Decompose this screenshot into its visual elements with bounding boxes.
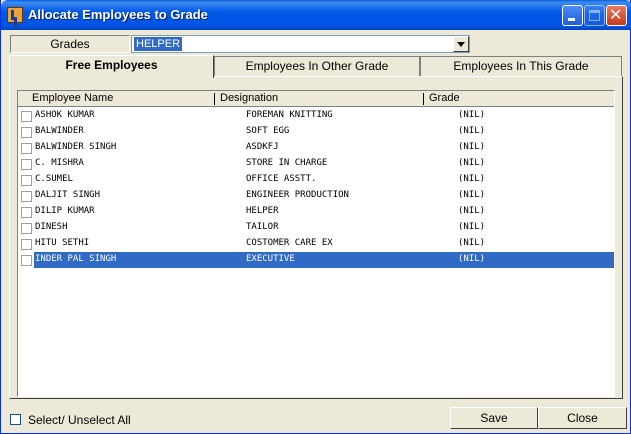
employee-name: BALWINDER <box>35 126 84 136</box>
employee-name: C. MISHRA <box>35 158 84 168</box>
employee-grade: (NIL) <box>458 174 486 184</box>
row-checkbox[interactable] <box>21 255 32 266</box>
selection-highlight <box>34 252 614 268</box>
main-window: Allocate Employees to Grade ✕ Grades HEL… <box>0 0 631 434</box>
row-checkbox[interactable] <box>21 111 32 122</box>
tab-free-employees[interactable]: Free Employees <box>9 55 214 78</box>
row-checkbox[interactable] <box>21 207 32 218</box>
window-title: Allocate Employees to Grade <box>28 7 208 22</box>
title-bar[interactable]: Allocate Employees to Grade ✕ <box>1 0 631 30</box>
employee-designation: ASDKFJ <box>246 142 279 152</box>
employee-grade: (NIL) <box>458 206 486 216</box>
grades-label: Grades <box>10 35 130 53</box>
employee-designation: FOREMAN KNITTING <box>246 110 333 120</box>
table-row[interactable]: DINESH TAILOR (NIL) <box>18 220 614 236</box>
maximize-icon <box>589 10 600 21</box>
employee-designation: TAILOR <box>246 222 279 232</box>
select-all-label[interactable]: Select/ Unselect All <box>28 413 131 427</box>
list-header: Employee Name Designation Grade <box>18 91 614 107</box>
row-checkbox[interactable] <box>21 239 32 250</box>
table-row[interactable]: BALWINDER SINGH ASDKFJ (NIL) <box>18 140 614 156</box>
employee-designation: OFFICE ASSTT. <box>246 174 317 184</box>
employee-designation: EXECUTIVE <box>246 254 295 264</box>
employee-designation: STORE IN CHARGE <box>246 158 328 168</box>
row-checkbox[interactable] <box>21 159 32 170</box>
dropdown-arrow-button[interactable] <box>453 36 469 52</box>
employee-designation: COSTOMER CARE EX <box>246 238 333 248</box>
maximize-button[interactable] <box>584 5 605 26</box>
tab-employees-in-this-grade[interactable]: Employees In This Grade <box>420 56 622 76</box>
column-header-designation[interactable]: Designation <box>220 92 278 104</box>
app-icon <box>7 7 23 23</box>
employee-name: INDER PAL SINGH <box>35 254 117 264</box>
table-row[interactable]: DALJIT SINGH ENGINEER PRODUCTION (NIL) <box>18 188 614 204</box>
employee-name: DINESH <box>35 222 68 232</box>
table-row[interactable]: DILIP KUMAR HELPER (NIL) <box>18 204 614 220</box>
employee-grade: (NIL) <box>458 110 486 120</box>
close-icon: ✕ <box>609 5 623 24</box>
employee-grade: (NIL) <box>458 126 486 136</box>
employee-designation: ENGINEER PRODUCTION <box>246 190 349 200</box>
employee-name: HITU SETHI <box>35 238 90 248</box>
column-header-grade[interactable]: Grade <box>429 92 460 104</box>
employee-designation: HELPER <box>246 206 279 216</box>
table-row-selected[interactable]: INDER PAL SINGH EXECUTIVE (NIL) <box>18 252 614 268</box>
grades-dropdown[interactable]: HELPER <box>131 35 470 53</box>
list-rows: ASHOK KUMAR FOREMAN KNITTING (NIL) BALWI… <box>18 108 614 268</box>
employee-designation: SOFT EGG <box>246 126 290 136</box>
column-divider[interactable] <box>214 93 215 105</box>
column-header-employee-name[interactable]: Employee Name <box>32 92 113 104</box>
table-row[interactable]: ASHOK KUMAR FOREMAN KNITTING (NIL) <box>18 108 614 124</box>
chevron-down-icon <box>457 42 465 47</box>
row-checkbox[interactable] <box>21 143 32 154</box>
save-button[interactable]: Save <box>450 407 538 429</box>
minimize-icon <box>568 18 575 21</box>
employee-list[interactable]: Employee Name Designation Grade ASHOK KU… <box>17 90 615 397</box>
table-row[interactable]: C. MISHRA STORE IN CHARGE (NIL) <box>18 156 614 172</box>
close-window-button[interactable]: ✕ <box>606 5 627 26</box>
employee-name: ASHOK KUMAR <box>35 110 95 120</box>
employee-grade: (NIL) <box>458 190 486 200</box>
tab-employees-in-other-grade[interactable]: Employees In Other Grade <box>214 56 420 76</box>
employee-name: DILIP KUMAR <box>35 206 95 216</box>
grades-selected-value: HELPER <box>134 37 183 51</box>
column-divider[interactable] <box>423 93 424 105</box>
row-checkbox[interactable] <box>21 191 32 202</box>
employee-grade: (NIL) <box>458 254 486 264</box>
employee-grade: (NIL) <box>458 142 486 152</box>
row-checkbox[interactable] <box>21 223 32 234</box>
employee-grade: (NIL) <box>458 238 486 248</box>
employee-grade: (NIL) <box>458 222 486 232</box>
employee-name: DALJIT SINGH <box>35 190 101 200</box>
employee-name: C.SUMEL <box>35 174 73 184</box>
row-checkbox[interactable] <box>21 127 32 138</box>
minimize-button[interactable] <box>562 5 583 26</box>
row-checkbox[interactable] <box>21 175 32 186</box>
employee-grade: (NIL) <box>458 158 486 168</box>
select-all-checkbox[interactable] <box>10 414 21 425</box>
employee-name: BALWINDER SINGH <box>35 142 117 152</box>
table-row[interactable]: C.SUMEL OFFICE ASSTT. (NIL) <box>18 172 614 188</box>
table-row[interactable]: HITU SETHI COSTOMER CARE EX (NIL) <box>18 236 614 252</box>
table-row[interactable]: BALWINDER SOFT EGG (NIL) <box>18 124 614 140</box>
close-button[interactable]: Close <box>538 407 627 429</box>
